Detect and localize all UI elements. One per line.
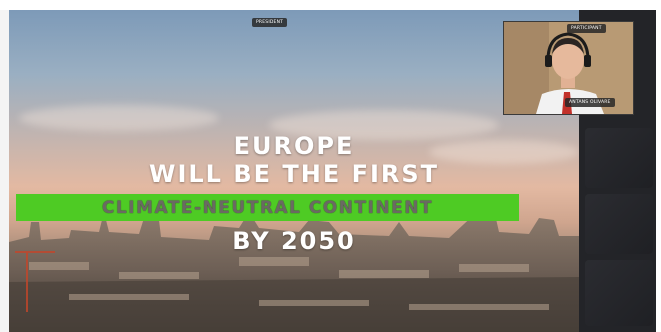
participant-video-tile[interactable] <box>585 260 653 326</box>
cloud <box>19 105 219 131</box>
slide-line-year: BY 2050 <box>232 227 356 255</box>
slide-line-europe: EUROPE <box>233 132 355 160</box>
window-right-edge <box>656 10 661 332</box>
president-label: PRESIDENT <box>252 18 288 27</box>
slide-line-climate: CLIMATE-NEUTRAL CONTINENT <box>101 197 434 218</box>
participant-video-tile[interactable] <box>585 194 653 254</box>
participant-label: PARTICIPANT <box>567 24 606 33</box>
window-left-edge <box>0 10 9 332</box>
speaker-name-tag: ANTANS OLIVARE <box>565 98 615 107</box>
slide-line-first: WILL BE THE FIRST <box>148 160 440 188</box>
participant-video-tile[interactable] <box>585 128 653 188</box>
window-top-bar <box>0 0 661 10</box>
slide-green-banner: CLIMATE-NEUTRAL CONTINENT <box>16 194 519 221</box>
